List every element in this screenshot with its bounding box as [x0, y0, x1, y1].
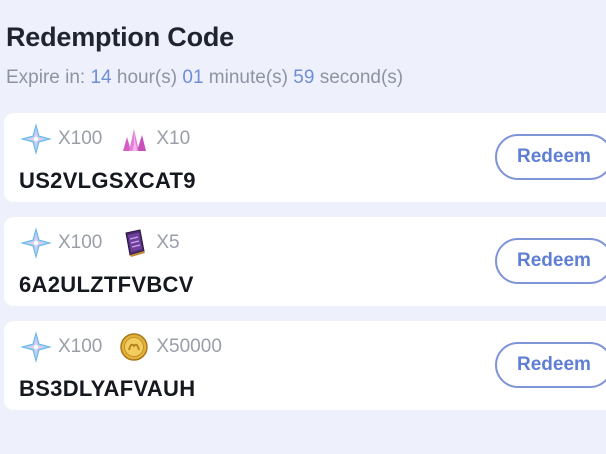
reward-list: X100 X5	[20, 227, 196, 259]
hours-unit: hour(s)	[116, 67, 178, 88]
reward-item: X100	[20, 227, 102, 259]
pink-crystal-icon	[118, 123, 150, 155]
page-title: Redemption Code	[6, 22, 235, 52]
code-card: X100 X5 6A2ULZTFVBCV Redeem	[4, 217, 606, 306]
code-card: X100 X10 US2VLGSXCAT9 Redeem	[4, 113, 606, 202]
redeem-button[interactable]: Redeem	[495, 342, 606, 388]
seconds-value: 59	[293, 67, 315, 88]
redeem-button[interactable]: Redeem	[495, 238, 606, 284]
reward-item: X100	[20, 123, 102, 155]
reward-list: X100 X10	[20, 123, 206, 155]
reward-quantity: X10	[156, 128, 191, 149]
reward-quantity: X100	[58, 336, 103, 357]
redemption-code: 6A2ULZTFVBCV	[19, 272, 194, 297]
expire-label: Expire in:	[6, 67, 86, 88]
reward-item: X10	[118, 123, 190, 155]
reward-list: X100 X50000	[20, 331, 238, 363]
purple-book-icon	[118, 227, 150, 259]
reward-item: X5	[118, 227, 180, 259]
reward-quantity: X5	[156, 232, 180, 253]
redemption-code: US2VLGSXCAT9	[19, 168, 196, 193]
reward-item: X100	[20, 331, 102, 363]
reward-quantity: X50000	[156, 336, 222, 357]
gold-coin-icon	[118, 331, 150, 363]
reward-item: X50000	[118, 331, 222, 363]
seconds-unit: second(s)	[319, 67, 404, 88]
reward-quantity: X100	[58, 128, 103, 149]
hours-value: 14	[90, 67, 112, 88]
code-card: X100 X50000 BS3DLYAFVAUH Redeem	[4, 321, 606, 410]
reward-quantity: X100	[58, 232, 103, 253]
minutes-value: 01	[182, 67, 204, 88]
star-crystal-icon	[20, 331, 52, 363]
redeem-button[interactable]: Redeem	[495, 134, 606, 180]
star-crystal-icon	[20, 227, 52, 259]
redemption-code: BS3DLYAFVAUH	[19, 376, 196, 401]
minutes-unit: minute(s)	[208, 67, 288, 88]
star-crystal-icon	[20, 123, 52, 155]
expiry-countdown: Expire in: 14 hour(s) 01 minute(s) 59 se…	[6, 67, 403, 89]
